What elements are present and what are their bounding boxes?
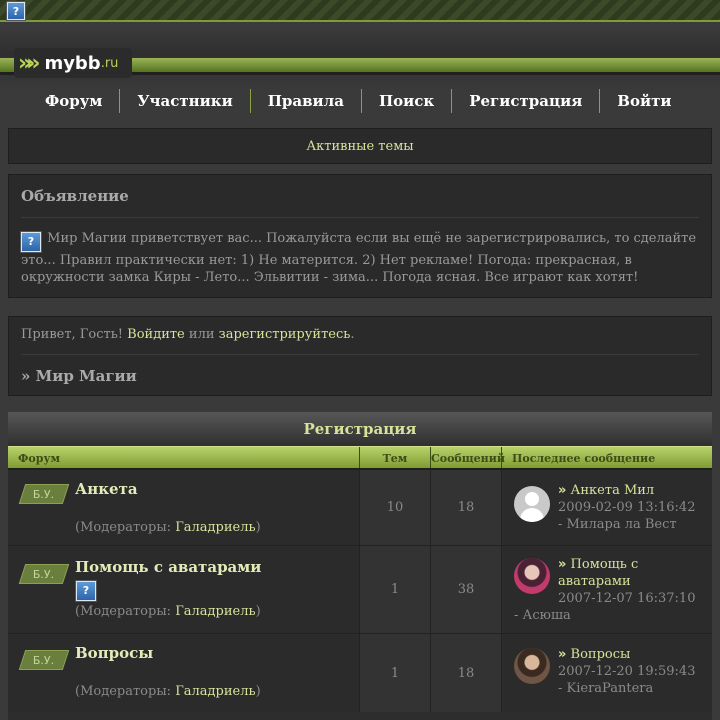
forum-moderators: (Модераторы: Галадриель) <box>75 604 261 619</box>
mybb-logo[interactable]: »» mybb .ru <box>14 48 132 78</box>
last-post-date: 2009-02-09 13:16:42 <box>558 500 696 515</box>
double-chevron-icon: » <box>558 557 567 572</box>
last-post-cell: » Анкета Мил 2009-02-09 13:16:42 - Милар… <box>502 470 712 545</box>
column-headers: Форум Тем Сообщений Последнее сообщение <box>8 446 712 470</box>
col-posts: Сообщений <box>431 447 505 468</box>
main-nav: Форум Участники Правила Поиск Регистраци… <box>28 88 689 114</box>
login-link[interactable]: Войдите <box>127 327 185 342</box>
active-topics-link[interactable]: Активные темы <box>8 128 712 164</box>
forum-status-badge: Б.У. <box>18 650 70 670</box>
broken-image-icon: ? <box>20 230 42 253</box>
last-post-title[interactable]: Вопросы <box>571 647 631 662</box>
forum-row: Б.У. Вопросы (Модераторы: Галадриель) 1 … <box>8 634 712 712</box>
col-last-post: Последнее сообщение <box>512 452 656 465</box>
announcement-panel: Объявление ? Мир Магии приветствует вас.… <box>8 174 712 298</box>
last-post-author: - KieraPantera <box>558 681 654 696</box>
forum-moderators: (Модераторы: Галадриель) <box>75 684 261 699</box>
nav-login[interactable]: Войти <box>600 89 688 113</box>
forum-status-badge: Б.У. <box>18 484 70 504</box>
forum-cell: Б.У. Вопросы (Модераторы: Галадриель) <box>8 634 360 712</box>
nav-members[interactable]: Участники <box>120 89 251 113</box>
broken-image-icon: ? <box>75 579 97 602</box>
topics-count: 1 <box>360 634 431 712</box>
period-text: . <box>350 327 355 342</box>
forum-cell: Б.У. Анкета (Модераторы: Галадриель) <box>8 470 360 545</box>
last-post-title[interactable]: Помощь с аватарами <box>558 557 638 589</box>
last-post-info: » Анкета Мил 2009-02-09 13:16:42 - Милар… <box>558 482 695 533</box>
nav-forum[interactable]: Форум <box>28 89 121 113</box>
or-text: или <box>188 327 215 342</box>
greeting-text: Привет, Гость! <box>21 327 124 342</box>
logo-tld: .ru <box>100 55 119 71</box>
posts-count: 38 <box>431 546 502 633</box>
moderator-link[interactable]: Галадриель <box>175 684 255 699</box>
last-post-date: 2007-12-07 16:37:10 <box>558 591 696 606</box>
avatar[interactable] <box>514 648 550 684</box>
site-header: »» mybb .ru <box>0 24 720 92</box>
category-title[interactable]: Регистрация <box>8 412 712 446</box>
forum-cell: Б.У. Помощь с аватарами ? (Модераторы: Г… <box>8 546 360 633</box>
forum-row: Б.У. Помощь с аватарами ? (Модераторы: Г… <box>8 546 712 634</box>
logo-chevron-icon: »» <box>18 50 41 76</box>
double-chevron-icon: » <box>558 483 567 498</box>
top-bar: ? <box>0 0 720 22</box>
moderator-link[interactable]: Галадриель <box>175 604 255 619</box>
col-topics: Тем <box>360 447 431 468</box>
last-post-author: - Милара ла Вест <box>558 517 677 532</box>
avatar[interactable] <box>514 558 550 594</box>
forum-icon: ? <box>75 579 97 602</box>
posts-count: 18 <box>431 634 502 712</box>
announcement-text: Мир Магии приветствует вас... Пожалуйста… <box>21 231 697 285</box>
nav-rules[interactable]: Правила <box>251 89 362 113</box>
greeting-line: Привет, Гость! Войдите или зарегистрируй… <box>21 327 699 355</box>
last-post-cell: » Вопросы 2007-12-20 19:59:43 - KieraPan… <box>502 634 712 712</box>
last-post-info: » Помощь с аватарами 2007-12-07 16:37:10 <box>558 556 706 607</box>
posts-count: 18 <box>431 470 502 545</box>
forum-moderators: (Модераторы: Галадриель) <box>75 520 261 535</box>
last-post-cell: » Помощь с аватарами 2007-12-07 16:37:10… <box>502 546 712 633</box>
help-icon[interactable]: ? <box>6 1 26 21</box>
topics-count: 1 <box>360 546 431 633</box>
announcement-body: ? Мир Магии приветствует вас... Пожалуйс… <box>20 230 699 286</box>
last-post-info: » Вопросы 2007-12-20 19:59:43 - KieraPan… <box>558 646 695 697</box>
last-post-title[interactable]: Анкета Мил <box>571 483 655 498</box>
welcome-panel: Привет, Гость! Войдите или зарегистрируй… <box>8 316 712 396</box>
register-link[interactable]: зарегистрируйтесь <box>219 327 351 342</box>
forum-category-table: Регистрация Форум Тем Сообщений Последне… <box>8 412 712 720</box>
moderator-link[interactable]: Галадриель <box>175 520 255 535</box>
last-post-author: - Асюша <box>514 608 571 623</box>
forum-title[interactable]: Анкета <box>75 480 138 498</box>
nav-register[interactable]: Регистрация <box>452 89 601 113</box>
forum-title[interactable]: Вопросы <box>75 644 153 662</box>
col-forum: Форум <box>8 447 360 468</box>
logo-brand: mybb <box>44 52 101 74</box>
forum-title[interactable]: Помощь с аватарами <box>75 558 261 576</box>
announcement-title: Объявление <box>21 187 699 218</box>
topics-count: 10 <box>360 470 431 545</box>
double-chevron-icon: » <box>558 647 567 662</box>
nav-search[interactable]: Поиск <box>362 89 453 113</box>
avatar[interactable] <box>514 486 550 522</box>
forum-row: Б.У. Анкета (Модераторы: Галадриель) 10 … <box>8 470 712 546</box>
last-post-date: 2007-12-20 19:59:43 <box>558 664 696 679</box>
breadcrumb[interactable]: » Мир Магии <box>21 367 699 385</box>
forum-status-badge: Б.У. <box>18 564 70 584</box>
